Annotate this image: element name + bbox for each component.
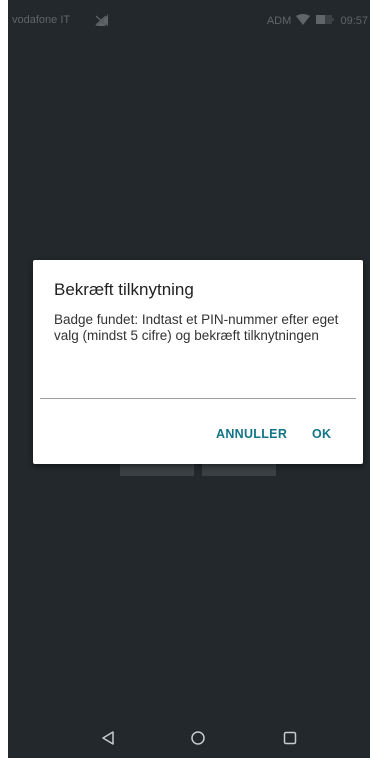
clock: 09:57: [340, 15, 368, 27]
status-right: ADM 09:57: [267, 14, 368, 28]
background-button-left: [120, 462, 194, 476]
status-text: ADM: [266, 15, 292, 27]
navigation-bar: [8, 718, 370, 758]
battery-icon: [316, 15, 335, 27]
dialog-message: Badge fundet: Indtast et PIN-nummer efte…: [54, 312, 339, 343]
dialog-title: Bekræft tilknytning: [54, 280, 194, 299]
home-icon[interactable]: [186, 728, 210, 748]
background-button-right: [202, 462, 276, 476]
pin-input[interactable]: [40, 376, 356, 399]
cancel-button[interactable]: ANNULLER: [216, 424, 287, 444]
status-bar: vodafone IT ADM 09:57: [8, 0, 370, 38]
recent-apps-icon[interactable]: [278, 728, 302, 748]
confirm-link-dialog: Bekræft tilknytning Badge fundet: Indtas…: [33, 260, 363, 464]
ok-button[interactable]: OK: [312, 424, 331, 444]
screen: vodafone IT ADM 09:57 Bekræft tilknytnin…: [8, 0, 370, 758]
wifi-icon: [296, 14, 311, 28]
carrier-label: vodafone IT: [12, 14, 71, 26]
no-sim-icon: [92, 13, 110, 30]
back-icon[interactable]: [96, 728, 120, 748]
